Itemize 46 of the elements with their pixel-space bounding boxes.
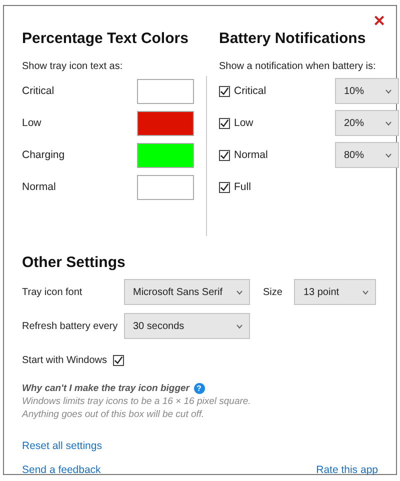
chevron-icon [385,120,392,126]
checkbox[interactable] [219,150,230,160]
reset-link[interactable]: Reset all settings [22,440,102,452]
checkbox-label: Normal [234,149,268,161]
feedback-link[interactable]: Send a feedback [22,464,101,476]
section-title: Battery Notifications [219,30,367,47]
checkbox[interactable] [219,182,230,192]
chevron-icon [362,290,370,294]
checkbox[interactable] [219,86,230,96]
color-label: Charging [22,149,65,161]
help-text: Anything goes out of this box will be cut off. [22,409,206,420]
caption: Show tray icon text as: [22,61,124,72]
chevron-icon [385,152,392,158]
checkbox-label: Critical [234,85,266,97]
dropdown[interactable]: 80% [335,142,399,168]
dropdown[interactable]: 10% [335,78,399,104]
color-label: Normal [22,181,56,193]
color-swatch[interactable] [137,174,194,200]
help-icon[interactable]: ? [194,383,204,394]
close-button[interactable]: ✕ [371,10,388,32]
field-label: Tray icon font [22,286,84,298]
checkbox[interactable] [113,354,124,366]
checkbox-label: Start with Windows [22,354,108,366]
help-question: Why can't I make the tray icon bigger [22,383,190,394]
section-title: Other Settings [22,254,126,271]
color-swatch[interactable] [137,78,194,104]
color-swatch[interactable] [137,142,194,168]
chevron-icon [236,290,243,294]
caption: Show a notification when battery is: [219,61,377,72]
checkbox-label: Low [234,117,254,129]
color-swatch[interactable] [137,110,194,136]
color-label: Critical [22,85,54,97]
color-label: Low [22,117,42,129]
section-title: Percentage Text Colors [22,30,190,47]
rate-link[interactable]: Rate this app [316,464,378,476]
dropdown[interactable]: 20% [335,110,399,136]
chevron-icon [385,88,392,94]
checkbox-label: Full [234,181,251,193]
checkbox[interactable] [219,118,230,128]
dropdown[interactable]: 13 point [294,279,376,305]
field-label: Size [263,286,282,298]
field-label: Refresh battery every [22,320,119,332]
dropdown[interactable]: 30 seconds [124,313,250,339]
chevron-icon [236,324,243,328]
help-text: Windows limits tray icons to be a 16 × 16 pixel square. [22,396,252,407]
dropdown[interactable]: Microsoft Sans Serif [124,279,250,305]
